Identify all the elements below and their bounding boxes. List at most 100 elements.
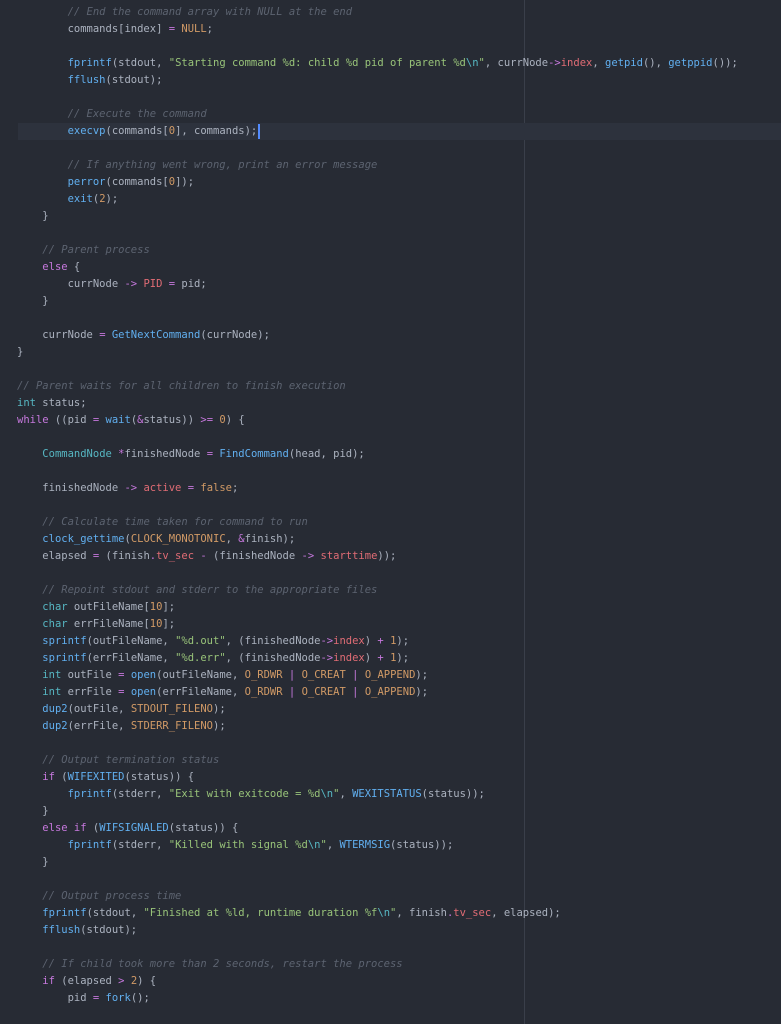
token-func: GetNextCommand — [111, 329, 201, 341]
code-line[interactable]: while ((pid = wait(&status)) >= 0) { — [0, 412, 781, 429]
token-plain: { — [67, 261, 81, 273]
code-line[interactable]: char errFileName[10]; — [0, 616, 781, 633]
code-line-current[interactable]: execvp(commands[0], commands); — [18, 123, 781, 140]
code-line[interactable]: // Execute the command — [0, 106, 781, 123]
token-plain: ( — [54, 771, 68, 783]
token-type: char — [42, 601, 68, 613]
code-line[interactable]: dup2(outFile, STDOUT_FILENO); — [0, 701, 781, 718]
token-plain: (stderr, — [111, 839, 169, 851]
code-line[interactable]: currNode -> PID = pid; — [0, 276, 781, 293]
code-line[interactable] — [0, 225, 781, 242]
token-const: STDOUT_FILENO — [130, 703, 213, 715]
code-line[interactable]: exit(2); — [0, 191, 781, 208]
code-line[interactable]: // Parent waits for all children to fini… — [0, 378, 781, 395]
code-line[interactable] — [0, 89, 781, 106]
token-plain: currNode — [17, 278, 125, 290]
code-line[interactable]: // Calculate time taken for command to r… — [0, 514, 781, 531]
code-line[interactable]: fprintf(stdout, "Starting command %d: ch… — [0, 55, 781, 72]
token-plain: commands[index] — [17, 23, 169, 35]
code-line[interactable]: } — [0, 208, 781, 225]
code-line[interactable]: // Parent process — [0, 242, 781, 259]
token-type: int — [42, 686, 62, 698]
code-line[interactable]: currNode = GetNextCommand(currNode); — [0, 327, 781, 344]
code-line[interactable]: fprintf(stderr, "Killed with signal %d\n… — [0, 837, 781, 854]
code-line[interactable]: else { — [0, 259, 781, 276]
token-plain: , (finishedNode — [225, 635, 321, 647]
code-line[interactable]: elapsed = (finish.tv_sec - (finishedNode… — [0, 548, 781, 565]
token-plain: (commands[ — [105, 176, 169, 188]
code-line[interactable]: // Output process time — [0, 888, 781, 905]
token-plain: (); — [130, 992, 150, 1004]
token-plain: ((pid — [48, 414, 93, 426]
code-line[interactable]: fflush(stdout); — [0, 922, 781, 939]
code-line[interactable]: clock_gettime(CLOCK_MONOTONIC, &finish); — [0, 531, 781, 548]
code-line[interactable]: // If anything went wrong, print an erro… — [0, 157, 781, 174]
code-lines[interactable]: // End the command array with NULL at th… — [0, 4, 781, 1007]
token-func: fprintf — [67, 839, 112, 851]
token-plain: status)) — [143, 414, 201, 426]
code-line[interactable]: fprintf(stdout, "Finished at %ld, runtim… — [0, 905, 781, 922]
token-const: O_APPEND — [364, 669, 416, 681]
code-line[interactable]: fflush(stdout); — [0, 72, 781, 89]
token-plain: ()); — [712, 57, 738, 69]
code-line[interactable] — [0, 429, 781, 446]
code-line[interactable] — [0, 38, 781, 55]
token-func: fflush — [42, 924, 81, 936]
code-line[interactable]: char outFileName[10]; — [0, 599, 781, 616]
code-line[interactable] — [0, 565, 781, 582]
code-line[interactable]: // Output termination status — [0, 752, 781, 769]
token-string: "%d.out" — [175, 635, 226, 647]
token-func: clock_gettime — [42, 533, 125, 545]
code-editor[interactable]: // End the command array with NULL at th… — [0, 0, 781, 1024]
token-plain: } — [17, 346, 24, 358]
code-line[interactable]: int outFile = open(outFileName, O_RDWR |… — [0, 667, 781, 684]
token-func: WEXITSTATUS — [352, 788, 422, 800]
token-func: open — [130, 686, 157, 698]
code-line[interactable]: commands[index] = NULL; — [0, 21, 781, 38]
code-line[interactable]: else if (WIFSIGNALED(status)) { — [0, 820, 781, 837]
token-op: -> — [124, 482, 138, 494]
code-line[interactable]: int errFile = open(errFileName, O_RDWR |… — [0, 684, 781, 701]
code-line[interactable]: } — [0, 803, 781, 820]
code-line[interactable]: } — [0, 854, 781, 871]
token-plain: , — [592, 57, 605, 69]
code-line[interactable]: // Repoint stdout and stderr to the appr… — [0, 582, 781, 599]
code-line[interactable]: pid = fork(); — [0, 990, 781, 1007]
code-line[interactable]: if (WIFEXITED(status)) { — [0, 769, 781, 786]
token-escape: \n — [465, 57, 479, 69]
code-line[interactable]: } — [0, 344, 781, 361]
token-plain: (finishedNode — [206, 550, 302, 562]
code-line[interactable]: dup2(errFile, STDERR_FILENO); — [0, 718, 781, 735]
token-plain: )); — [377, 550, 397, 562]
code-line[interactable] — [0, 463, 781, 480]
code-line[interactable]: sprintf(outFileName, "%d.out", (finished… — [0, 633, 781, 650]
code-line[interactable] — [0, 140, 781, 157]
code-line[interactable]: sprintf(errFileName, "%d.err", (finished… — [0, 650, 781, 667]
code-line[interactable]: if (elapsed > 2) { — [0, 973, 781, 990]
code-line[interactable] — [0, 939, 781, 956]
code-line[interactable]: } — [0, 293, 781, 310]
code-line[interactable] — [0, 361, 781, 378]
code-line[interactable] — [0, 735, 781, 752]
token-plain: ]; — [162, 618, 176, 630]
token-member: active — [143, 482, 182, 494]
code-line[interactable]: // If child took more than 2 seconds, re… — [0, 956, 781, 973]
token-plain: (status)); — [390, 839, 454, 851]
code-line[interactable]: fprintf(stderr, "Exit with exitcode = %d… — [0, 786, 781, 803]
code-line[interactable]: // End the command array with NULL at th… — [0, 4, 781, 21]
code-line[interactable]: CommandNode *finishedNode = FindCommand(… — [0, 446, 781, 463]
code-line[interactable] — [0, 310, 781, 327]
code-line[interactable]: finishedNode -> active = false; — [0, 480, 781, 497]
code-line[interactable] — [0, 871, 781, 888]
token-const: STDERR_FILENO — [130, 720, 213, 732]
code-line[interactable]: perror(commands[0]); — [0, 174, 781, 191]
token-comment: // If child took more than 2 seconds, re… — [42, 958, 403, 970]
code-line[interactable]: int status; — [0, 395, 781, 412]
code-line[interactable] — [0, 497, 781, 514]
